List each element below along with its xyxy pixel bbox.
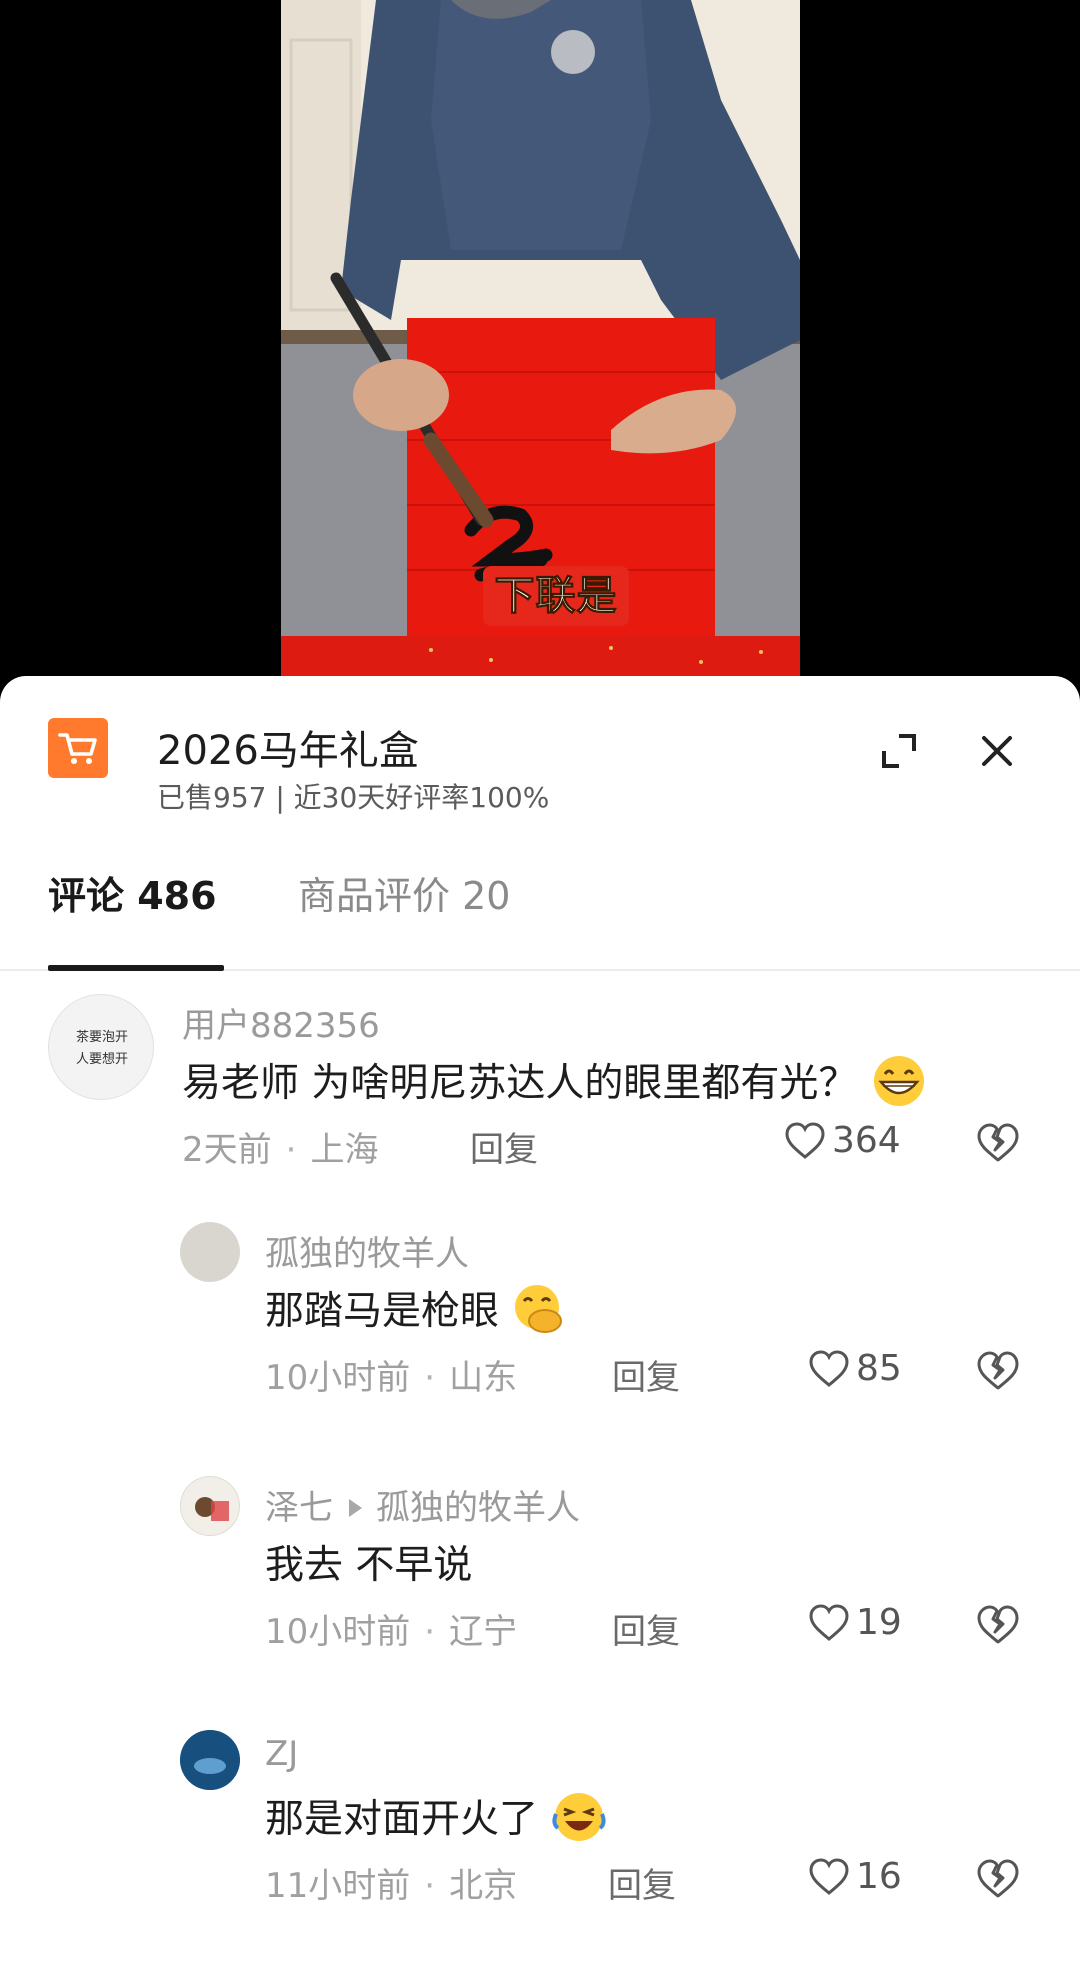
expand-icon[interactable] [876, 728, 922, 774]
avatar[interactable] [180, 1730, 240, 1790]
like-count: 19 [856, 1602, 902, 1643]
reply-button[interactable]: 回复 [470, 1122, 538, 1171]
comment-location: 北京 [449, 1866, 518, 1906]
product-sales-info: 已售957 | 近30天好评率100% [157, 781, 550, 814]
comment-time: 2天前 [182, 1130, 272, 1170]
comment-time: 11小时前 [265, 1866, 411, 1906]
reply-to-username[interactable]: 孤独的牧羊人 [376, 1488, 580, 1528]
product-header[interactable]: 2026马年礼盒 已售957 | 近30天好评率100% [0, 676, 1080, 831]
heart-icon [809, 1857, 849, 1895]
broken-heart-icon[interactable] [976, 1350, 1020, 1394]
broken-heart-icon[interactable] [976, 1858, 1020, 1902]
comment-meta: 2天前 · 上海 [182, 1130, 379, 1170]
heart-icon [809, 1349, 849, 1387]
comment-text-body: 那是对面开火了 [265, 1797, 539, 1842]
crying-laughing-emoji-icon [550, 1790, 608, 1854]
avatar[interactable] [180, 1222, 240, 1282]
close-icon[interactable] [974, 728, 1020, 774]
tab-product-reviews[interactable]: 商品评价 20 [298, 871, 510, 969]
comment-location: 山东 [449, 1358, 518, 1398]
comment-username[interactable]: ZJ [265, 1734, 298, 1774]
comment-text: 那踏马是枪眼 [265, 1280, 567, 1345]
comment-item: ZJ 那是对面开火了 11小时前 · 北京 回复 16 [0, 1730, 1080, 1910]
comment-item: 孤独的牧羊人 那踏马是枪眼 10小时前 · 山东 回复 85 [0, 1222, 1080, 1402]
grin-emoji-icon [870, 1054, 928, 1118]
reply-arrow-icon [349, 1498, 362, 1517]
comment-text-body: 那踏马是枪眼 [265, 1289, 500, 1334]
product-title: 2026马年礼盒 [157, 728, 419, 774]
like-count: 364 [832, 1120, 901, 1161]
comment-item: 茶要泡开 人要想开 用户882356 易老师 为啥明尼苏达人的眼里都有光？ 2天… [0, 994, 1080, 1184]
comment-meta: 10小时前 · 山东 [265, 1358, 518, 1398]
comment-meta: 10小时前 · 辽宁 [265, 1612, 518, 1652]
broken-heart-icon[interactable] [976, 1604, 1020, 1648]
video-player[interactable]: 下联是 [0, 0, 1080, 700]
comment-item: 泽七 孤独的牧羊人 我去 不早说 10小时前 · 辽宁 回复 19 [0, 1476, 1080, 1656]
reply-button[interactable]: 回复 [612, 1604, 680, 1653]
comment-text: 那是对面开火了 [265, 1788, 608, 1854]
like-button[interactable]: 85 [808, 1348, 902, 1389]
comment-username[interactable]: 泽七 孤独的牧羊人 [265, 1480, 580, 1529]
comment-username[interactable]: 孤独的牧羊人 [265, 1226, 469, 1275]
tab-active-indicator [48, 965, 224, 971]
comment-text: 易老师 为啥明尼苏达人的眼里都有光？ [182, 1052, 928, 1118]
tab-comments[interactable]: 评论 486 [48, 871, 217, 969]
comment-time: 10小时前 [265, 1612, 411, 1652]
comment-username[interactable]: 用户882356 [182, 998, 380, 1047]
hand-over-mouth-emoji-icon [511, 1283, 567, 1345]
reply-button[interactable]: 回复 [612, 1350, 680, 1399]
comment-username-text: 泽七 [265, 1488, 333, 1528]
like-button[interactable]: 364 [784, 1120, 901, 1161]
avatar[interactable]: 茶要泡开 人要想开 [48, 994, 154, 1100]
like-button[interactable]: 16 [808, 1856, 902, 1897]
comment-location: 辽宁 [449, 1612, 518, 1652]
comment-text-body: 易老师 为啥明尼苏达人的眼里都有光？ [182, 1061, 858, 1106]
comment-time: 10小时前 [265, 1358, 411, 1398]
heart-icon [785, 1121, 825, 1159]
video-caption: 下联是 [483, 566, 629, 626]
comment-meta: 11小时前 · 北京 [265, 1866, 518, 1906]
like-count: 16 [856, 1856, 902, 1897]
avatar-text-line: 人要想开 [75, 1052, 128, 1067]
avatar[interactable] [180, 1476, 240, 1536]
comments-sheet: 2026马年礼盒 已售957 | 近30天好评率100% 评论 486 商品评价… [0, 676, 1080, 1979]
heart-icon [809, 1603, 849, 1641]
broken-heart-icon[interactable] [976, 1122, 1020, 1166]
tab-bar: 评论 486 商品评价 20 [0, 871, 1080, 971]
comment-location: 上海 [310, 1130, 379, 1170]
shopping-cart-icon [48, 718, 108, 778]
comment-text: 我去 不早说 [265, 1543, 473, 1588]
avatar-text-line: 茶要泡开 [75, 1030, 128, 1045]
like-button[interactable]: 19 [808, 1602, 902, 1643]
like-count: 85 [856, 1348, 902, 1389]
reply-button[interactable]: 回复 [608, 1858, 676, 1907]
